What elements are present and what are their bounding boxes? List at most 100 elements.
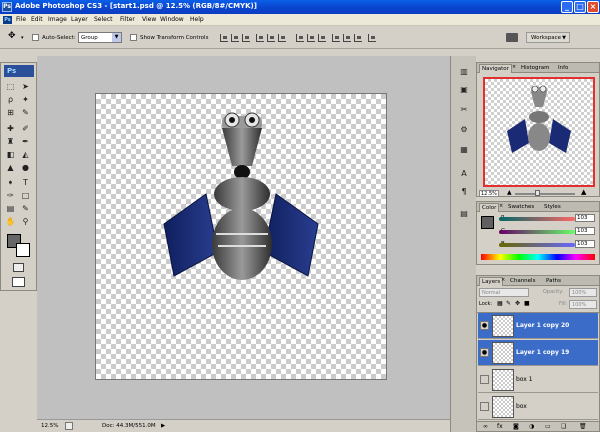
b-slider[interactable] (499, 243, 575, 247)
tab-styles[interactable]: Styles (542, 203, 563, 212)
tab-paths[interactable]: Paths (544, 277, 563, 286)
eye-icon[interactable] (480, 402, 489, 411)
menu-layer[interactable]: Layer (71, 16, 88, 23)
distribute-right-icon[interactable] (354, 34, 362, 42)
color-spectrum-bar[interactable] (481, 254, 595, 260)
menu-help[interactable]: Help (190, 16, 204, 23)
status-icon[interactable] (65, 422, 73, 430)
distribute-top-icon[interactable] (296, 34, 304, 42)
notes-tool-icon[interactable]: ▤ (5, 203, 16, 214)
clone-source-icon[interactable]: ▤ (458, 208, 470, 220)
tab-channels[interactable]: Channels (508, 277, 537, 286)
tool-presets-icon[interactable]: ▣ (458, 84, 470, 96)
lasso-tool-icon[interactable]: ρ (5, 94, 16, 105)
paragraph-icon[interactable]: ¶ (458, 186, 470, 198)
rectangle-tool-icon[interactable]: □ (20, 190, 31, 201)
healing-brush-tool-icon[interactable]: ✚ (5, 123, 16, 134)
navigator-slider-thumb[interactable] (535, 190, 540, 196)
layer-row[interactable]: ● Layer 1 copy 19 (478, 340, 598, 366)
file-browser-icon[interactable] (506, 33, 518, 42)
auto-select-checkbox[interactable] (32, 34, 39, 41)
layer-comps-icon[interactable]: ✂ (458, 104, 470, 116)
lock-position-icon[interactable]: ✥ (515, 300, 520, 307)
background-color-swatch[interactable] (16, 243, 30, 257)
quick-mask-icon[interactable] (13, 263, 24, 272)
menu-window[interactable]: Window (160, 16, 184, 23)
eye-icon[interactable]: ● (480, 321, 489, 330)
tab-layers[interactable]: Layers (479, 277, 504, 286)
tab-swatches[interactable]: Swatches (506, 203, 536, 212)
navigator-zoom-field[interactable]: 12.5% (479, 190, 499, 197)
move-tool-icon[interactable]: ✥ (8, 31, 16, 41)
show-transform-checkbox[interactable] (130, 34, 137, 41)
dodge-tool-icon[interactable]: ● (20, 162, 31, 173)
maximize-icon[interactable]: □ (574, 1, 586, 13)
trash-icon[interactable]: 🗑 (579, 423, 587, 430)
type-tool-icon[interactable]: T (20, 177, 31, 188)
close-icon[interactable]: × (512, 64, 516, 70)
crop-tool-icon[interactable]: ⊞ (5, 107, 16, 118)
r-slider[interactable] (499, 217, 575, 221)
slice-tool-icon[interactable]: ✎ (20, 107, 31, 118)
align-bottom-icon[interactable] (242, 34, 250, 42)
tab-histogram[interactable]: Histogram (519, 64, 552, 73)
tab-info[interactable]: Info (556, 64, 570, 73)
close-icon[interactable]: × (499, 203, 503, 209)
foreground-color-swatch[interactable] (481, 216, 494, 229)
align-left-icon[interactable] (256, 34, 264, 42)
zoom-out-icon[interactable]: ▲ (507, 189, 512, 196)
chevron-down-icon[interactable]: ▼ (112, 33, 121, 42)
menu-view[interactable]: View (142, 16, 156, 23)
magic-wand-tool-icon[interactable]: ✦ (20, 94, 31, 105)
menu-image[interactable]: Image (48, 16, 67, 23)
auto-select-dropdown[interactable]: Group ▼ (78, 32, 122, 43)
layer-row[interactable]: box 1 (478, 367, 598, 393)
close-icon[interactable]: × (587, 1, 599, 13)
eyedropper-tool-icon[interactable]: ✎ (20, 203, 31, 214)
menu-select[interactable]: Select (94, 16, 113, 23)
move-tool-icon[interactable]: ➤ (20, 81, 31, 92)
history-brush-tool-icon[interactable]: ✒ (20, 136, 31, 147)
align-top-icon[interactable] (220, 34, 228, 42)
opacity-field[interactable]: 100% (569, 288, 597, 297)
link-layers-icon[interactable]: ∞ (483, 423, 488, 430)
close-icon[interactable]: × (501, 277, 505, 283)
menu-filter[interactable]: Filter (120, 16, 135, 23)
b-value-field[interactable]: 103 (575, 240, 595, 248)
marquee-tool-icon[interactable]: ⬚ (5, 81, 16, 92)
distribute-bottom-icon[interactable] (318, 34, 326, 42)
character-icon[interactable]: A (458, 168, 470, 180)
eraser-tool-icon[interactable]: ◧ (5, 149, 16, 160)
align-right-icon[interactable] (278, 34, 286, 42)
new-layer-icon[interactable]: ❑ (561, 423, 566, 430)
r-value-field[interactable]: 103 (575, 214, 595, 222)
adjustment-layer-icon[interactable]: ◑ (529, 423, 534, 430)
lock-image-icon[interactable]: ✎ (506, 300, 511, 307)
align-hcenter-icon[interactable] (267, 34, 275, 42)
clone-stamp-tool-icon[interactable]: ♜ (5, 136, 16, 147)
brush-tool-icon[interactable]: ✐ (20, 123, 31, 134)
layer-row[interactable]: box (478, 394, 598, 420)
new-group-icon[interactable]: ▭ (545, 423, 551, 430)
layer-mask-icon[interactable]: ◙ (513, 423, 519, 430)
canvas-area[interactable] (37, 56, 450, 419)
lock-all-icon[interactable]: ■ (524, 300, 530, 307)
document-canvas[interactable] (95, 93, 387, 380)
tab-color[interactable]: Color (479, 203, 500, 212)
distribute-hcenter-icon[interactable] (343, 34, 351, 42)
minimize-icon[interactable]: _ (561, 1, 573, 13)
photoshop-mini-icon[interactable]: Ps (3, 16, 12, 24)
status-zoom[interactable]: 12.5% (41, 423, 58, 429)
zoom-tool-icon[interactable]: ⚲ (20, 216, 31, 227)
workspace-button[interactable]: Workspace ▼ (526, 32, 570, 43)
brushes-icon[interactable]: ▥ (458, 66, 470, 78)
menu-file[interactable]: File (16, 16, 26, 23)
g-slider[interactable] (499, 230, 575, 234)
path-selection-tool-icon[interactable]: ➧ (5, 177, 16, 188)
status-arrow-icon[interactable]: ▶ (161, 423, 165, 429)
layer-style-icon[interactable]: fx (497, 423, 503, 430)
menu-edit[interactable]: Edit (31, 16, 43, 23)
actions-icon[interactable]: ▦ (458, 144, 470, 156)
hand-tool-icon[interactable]: ✋ (5, 216, 16, 227)
auto-align-icon[interactable] (368, 34, 376, 42)
